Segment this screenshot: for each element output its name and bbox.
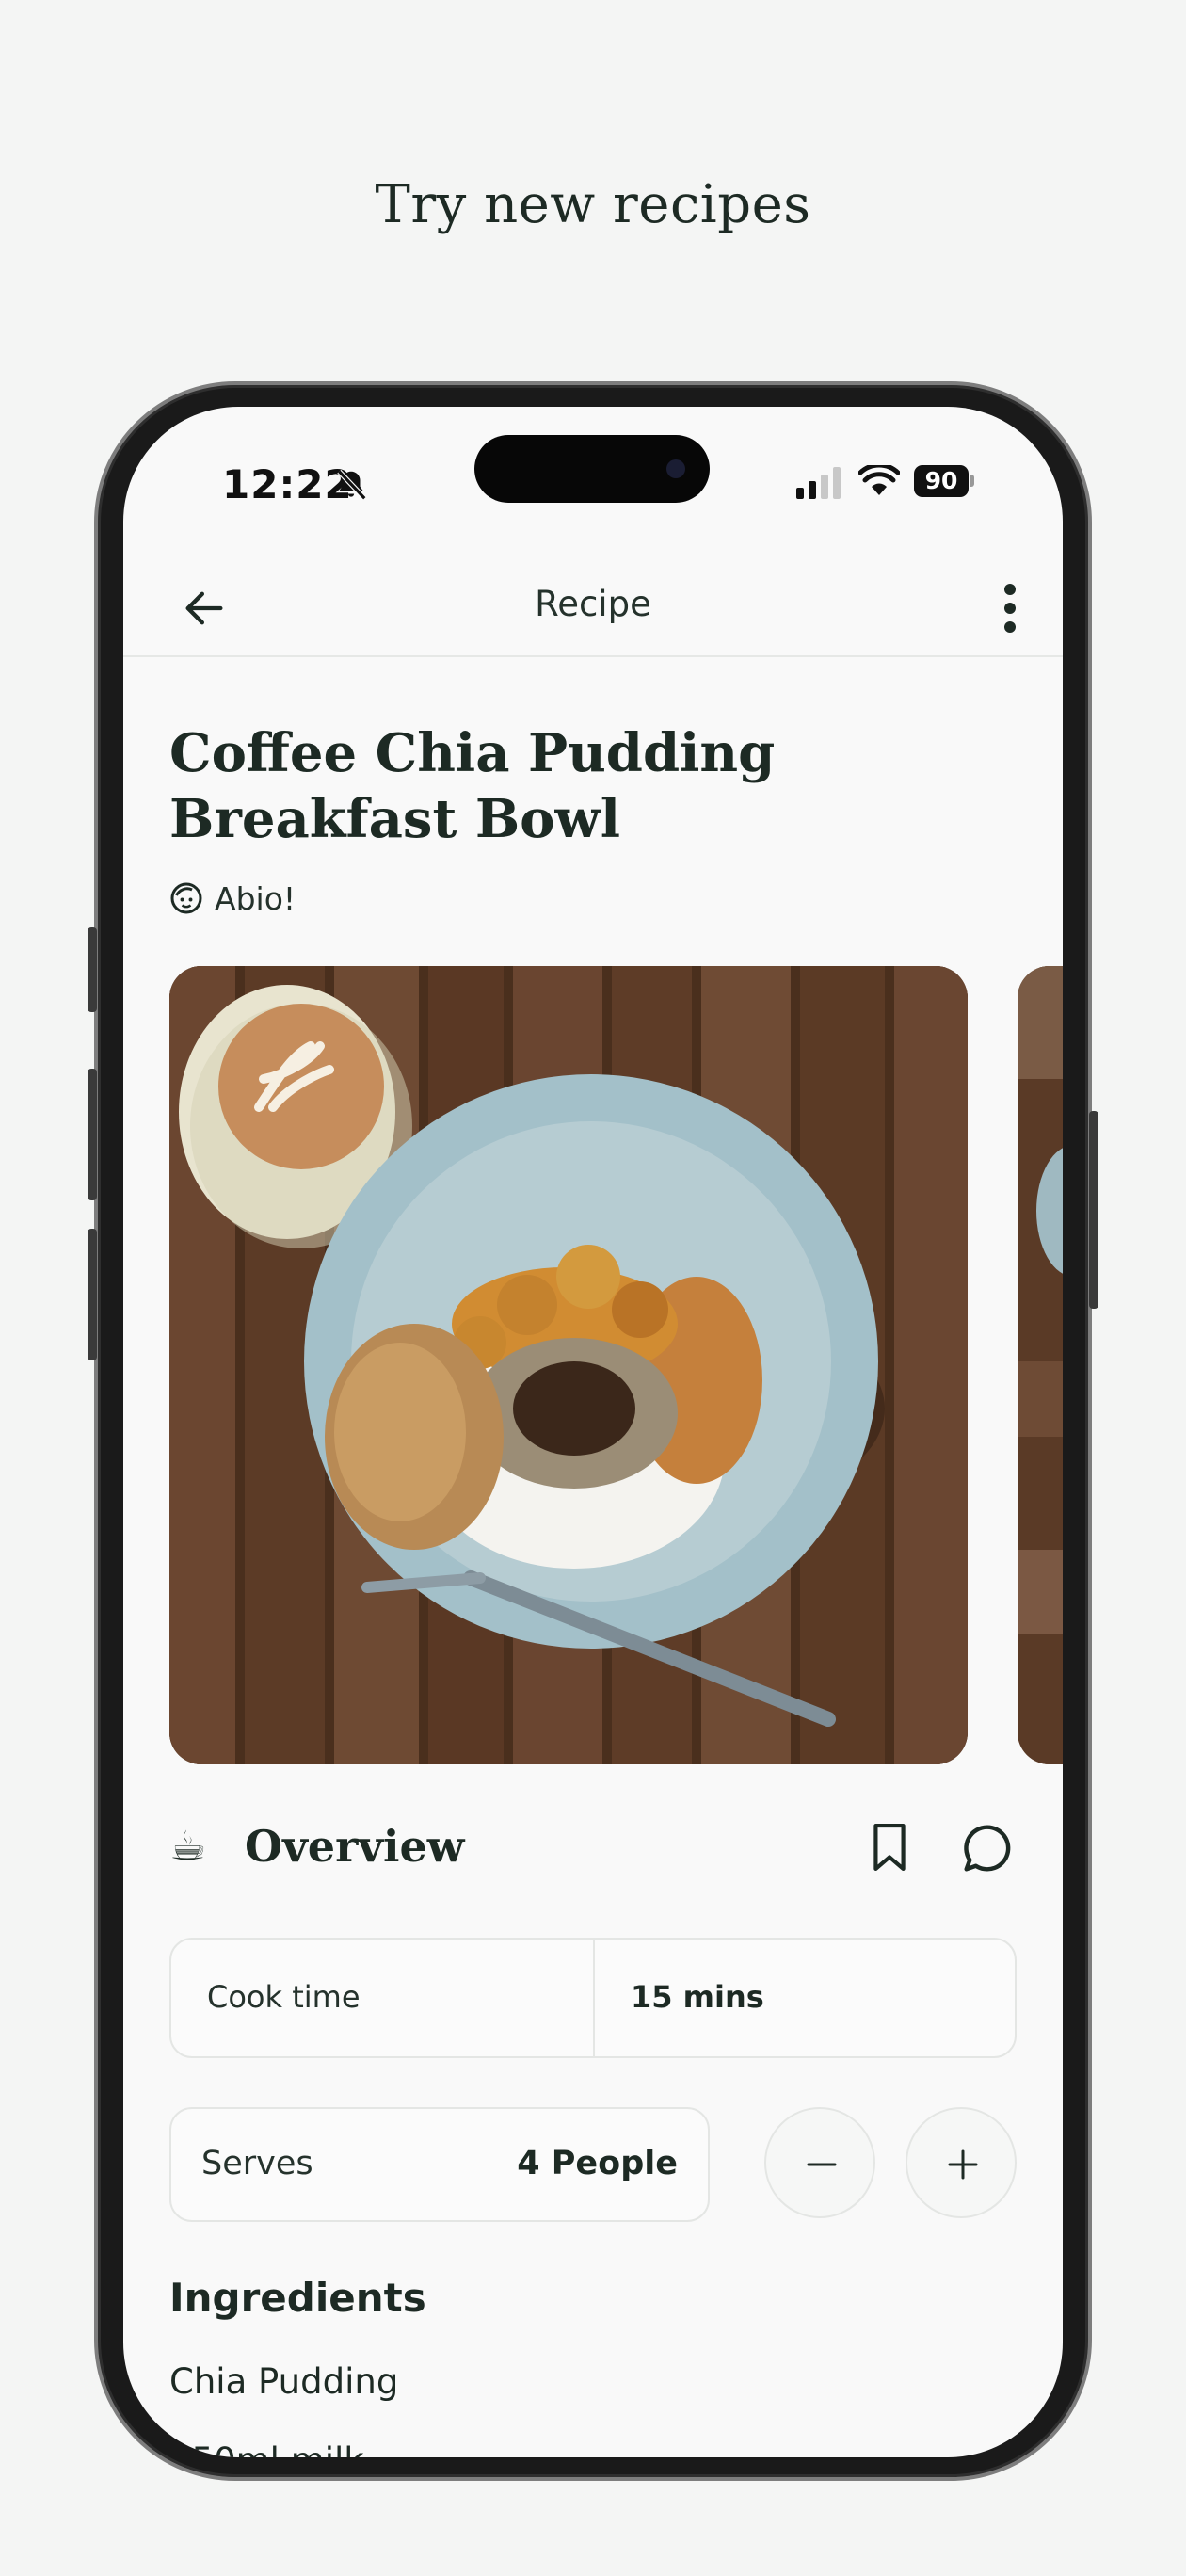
more-options-icon[interactable] bbox=[995, 580, 1025, 636]
serves-card: Serves 4 People bbox=[169, 2107, 710, 2222]
bell-muted-icon bbox=[337, 469, 367, 501]
nav-bar: Recipe bbox=[123, 559, 1063, 657]
cook-time-value: 15 mins bbox=[631, 1979, 764, 2015]
overview-header: ☕ Overview bbox=[169, 1815, 1015, 1881]
ingredients-title: Ingredients bbox=[169, 2275, 426, 2321]
recipe-photo[interactable] bbox=[169, 966, 968, 1764]
recipe-photo-illustration bbox=[169, 966, 968, 1764]
cook-time-label: Cook time bbox=[207, 1979, 361, 2015]
minus-icon bbox=[807, 2163, 837, 2166]
coffee-cup-icon: ☕ bbox=[169, 1823, 207, 1871]
cellular-signal-icon bbox=[796, 467, 841, 499]
ingredient-group-title: Chia Pudding bbox=[169, 2361, 399, 2402]
bookmark-icon[interactable] bbox=[866, 1821, 913, 1874]
increase-serves-button[interactable] bbox=[906, 2107, 1017, 2218]
dynamic-island bbox=[474, 435, 710, 503]
comment-icon[interactable] bbox=[960, 1821, 1015, 1876]
battery-indicator: 90 bbox=[914, 465, 969, 497]
power-button bbox=[1089, 1111, 1098, 1309]
decrease-serves-button[interactable] bbox=[764, 2107, 875, 2218]
next-photo-preview[interactable] bbox=[1018, 966, 1063, 1764]
volume-up-button bbox=[88, 1069, 97, 1200]
serves-value: 4 People bbox=[517, 2145, 678, 2182]
serves-label: Serves bbox=[201, 2145, 313, 2182]
author-name: Abio! bbox=[215, 879, 296, 917]
app-screen: 12:22 90 Recipe Coffee Chia Pudding Brea… bbox=[123, 407, 1063, 2457]
camera-lens bbox=[666, 459, 685, 478]
author-avatar-icon bbox=[170, 882, 202, 914]
wifi-icon bbox=[858, 465, 900, 495]
plus-icon bbox=[948, 2149, 978, 2180]
volume-down-button bbox=[88, 1229, 97, 1360]
author-row[interactable]: Abio! bbox=[169, 879, 296, 917]
overview-title: Overview bbox=[245, 1821, 465, 1872]
cook-time-card: Cook time 15 mins bbox=[169, 1938, 1017, 2058]
recipe-title: Coffee Chia Pudding Breakfast Bowl bbox=[169, 722, 776, 850]
page-headline: Try new recipes bbox=[375, 174, 811, 235]
battery-tip bbox=[970, 475, 974, 487]
cook-time-divider bbox=[593, 1940, 595, 2056]
status-bar: 12:22 90 bbox=[123, 407, 1063, 539]
nav-title: Recipe bbox=[535, 584, 651, 624]
action-button bbox=[88, 927, 97, 1012]
next-photo-illustration bbox=[1018, 966, 1063, 1764]
ingredient-item: 250ml milk bbox=[169, 2440, 364, 2457]
